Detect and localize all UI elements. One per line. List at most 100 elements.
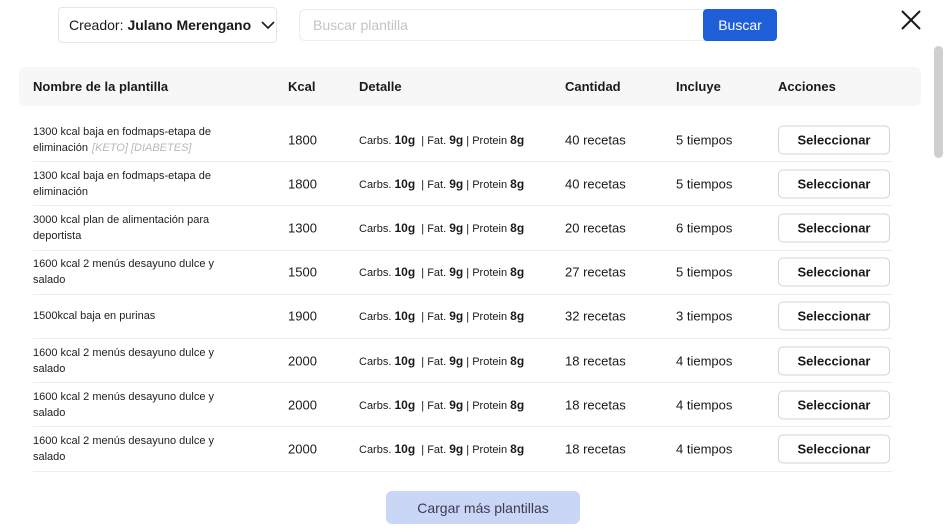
carbs-value: 10g: [394, 220, 416, 235]
table-row: 1300 kcal baja en fodmaps-etapa de elimi…: [33, 162, 892, 207]
table-row: 1600 kcal 2 menús desayuno dulce y salad…: [33, 251, 892, 295]
column-header-kcal: Kcal: [288, 79, 316, 94]
carbs-value: 10g: [394, 309, 416, 324]
macro-detail: Carbs. 10g | Fat. 9g | Protein 8g: [359, 176, 525, 191]
protein-value: 8g: [510, 265, 525, 280]
search-input[interactable]: [300, 10, 703, 40]
table-row: 1600 kcal 2 menús desayuno dulce y salad…: [33, 339, 892, 384]
fat-value: 9g: [449, 176, 464, 191]
table-header: Nombre de la plantilla Kcal Detalle Cant…: [19, 67, 921, 106]
creator-dropdown[interactable]: Creador: Julano Merengano: [58, 7, 277, 43]
carbs-value: 10g: [394, 132, 416, 147]
protein-value: 8g: [510, 309, 525, 324]
kcal-value: 2000: [288, 397, 317, 413]
select-button[interactable]: Seleccionar: [778, 257, 890, 287]
macro-detail: Carbs. 10g | Fat. 9g | Protein 8g: [359, 441, 525, 456]
macro-detail: Carbs. 10g | Fat. 9g | Protein 8g: [359, 397, 525, 412]
macro-detail: Carbs. 10g | Fat. 9g | Protein 8g: [359, 132, 525, 147]
table-body: 1300 kcal baja en fodmaps-etapa de elimi…: [33, 118, 892, 472]
template-name: 1500kcal baja en purinas: [33, 310, 156, 323]
column-header-name: Nombre de la plantilla: [33, 79, 169, 94]
protein-value: 8g: [510, 176, 525, 191]
macro-detail: Carbs. 10g | Fat. 9g | Protein 8g: [359, 265, 525, 280]
kcal-value: 1800: [288, 132, 317, 148]
creator-label: Creador:: [69, 17, 124, 33]
template-name: 1600 kcal 2 menús desayuno dulce y salad…: [33, 258, 215, 287]
protein-value: 8g: [510, 132, 525, 147]
kcal-value: 2000: [288, 353, 317, 369]
meal-times: 6 tiempos: [676, 220, 733, 236]
kcal-value: 2000: [288, 441, 317, 457]
template-name: 1600 kcal 2 menús desayuno dulce y salad…: [33, 346, 215, 375]
macro-detail: Carbs. 10g | Fat. 9g | Protein 8g: [359, 220, 525, 235]
template-picker-modal: Creador: Julano Merengano Buscar Nombre …: [0, 0, 944, 532]
close-icon[interactable]: [900, 9, 922, 31]
kcal-value: 1500: [288, 264, 317, 280]
recipe-count: 18 recetas: [565, 441, 626, 457]
kcal-value: 1800: [288, 176, 317, 192]
search-button[interactable]: Buscar: [703, 9, 777, 41]
fat-value: 9g: [449, 441, 464, 456]
select-button[interactable]: Seleccionar: [778, 390, 890, 420]
fat-value: 9g: [449, 265, 464, 280]
recipe-count: 40 recetas: [565, 176, 626, 192]
select-button[interactable]: Seleccionar: [778, 169, 890, 199]
table-row: 1500kcal baja en purinas 1900 Carbs. 10g…: [33, 295, 892, 339]
column-header-quantity: Cantidad: [565, 79, 621, 94]
fat-value: 9g: [449, 353, 464, 368]
macro-detail: Carbs. 10g | Fat. 9g | Protein 8g: [359, 353, 525, 368]
column-header-includes: Incluye: [676, 79, 721, 94]
recipe-count: 20 recetas: [565, 220, 626, 236]
meal-times: 3 tiempos: [676, 308, 733, 324]
fat-value: 9g: [449, 220, 464, 235]
protein-value: 8g: [510, 441, 525, 456]
meal-times: 4 tiempos: [676, 441, 733, 457]
meal-times: 4 tiempos: [676, 353, 733, 369]
select-button[interactable]: Seleccionar: [778, 125, 890, 155]
carbs-value: 10g: [394, 441, 416, 456]
fat-value: 9g: [449, 397, 464, 412]
template-name: 1600 kcal 2 menús desayuno dulce y salad…: [33, 390, 215, 419]
macro-detail: Carbs. 10g | Fat. 9g | Protein 8g: [359, 309, 525, 324]
meal-times: 4 tiempos: [676, 397, 733, 413]
recipe-count: 18 recetas: [565, 353, 626, 369]
kcal-value: 1900: [288, 308, 317, 324]
table-row: 1300 kcal baja en fodmaps-etapa de elimi…: [33, 118, 892, 163]
template-name: 1300 kcal baja en fodmaps-etapa de elimi…: [33, 169, 211, 198]
template-name: 1300 kcal baja en fodmaps-etapa de elimi…: [33, 125, 211, 154]
search-bar: Buscar: [299, 9, 777, 41]
select-button[interactable]: Seleccionar: [778, 434, 890, 464]
chevron-down-icon: [261, 20, 275, 30]
scrollbar[interactable]: [932, 42, 944, 532]
fat-value: 9g: [449, 132, 464, 147]
meal-times: 5 tiempos: [676, 264, 733, 280]
column-header-actions: Acciones: [778, 79, 836, 94]
table-row: 1600 kcal 2 menús desayuno dulce y salad…: [33, 427, 892, 472]
protein-value: 8g: [510, 397, 525, 412]
load-more-button[interactable]: Cargar más plantillas: [386, 491, 580, 524]
select-button[interactable]: Seleccionar: [778, 346, 890, 376]
recipe-count: 27 recetas: [565, 264, 626, 280]
recipe-count: 40 recetas: [565, 132, 626, 148]
template-name: 1600 kcal 2 menús desayuno dulce y salad…: [33, 434, 215, 463]
carbs-value: 10g: [394, 353, 416, 368]
scrollbar-thumb[interactable]: [934, 46, 943, 158]
protein-value: 8g: [510, 353, 525, 368]
select-button[interactable]: Seleccionar: [778, 213, 890, 243]
protein-value: 8g: [510, 220, 525, 235]
carbs-value: 10g: [394, 265, 416, 280]
table-row: 1600 kcal 2 menús desayuno dulce y salad…: [33, 383, 892, 428]
recipe-count: 18 recetas: [565, 397, 626, 413]
table-row: 3000 kcal plan de alimentación para depo…: [33, 206, 892, 251]
meal-times: 5 tiempos: [676, 176, 733, 192]
carbs-value: 10g: [394, 176, 416, 191]
fat-value: 9g: [449, 309, 464, 324]
kcal-value: 1300: [288, 220, 317, 236]
select-button[interactable]: Seleccionar: [778, 301, 890, 331]
template-name: 3000 kcal plan de alimentación para depo…: [33, 213, 210, 242]
column-header-detail: Detalle: [359, 79, 402, 94]
carbs-value: 10g: [394, 397, 416, 412]
creator-value: Julano Merengano: [127, 17, 252, 33]
meal-times: 5 tiempos: [676, 132, 733, 148]
template-tags: [KETO] [DIABETES]: [92, 141, 192, 154]
